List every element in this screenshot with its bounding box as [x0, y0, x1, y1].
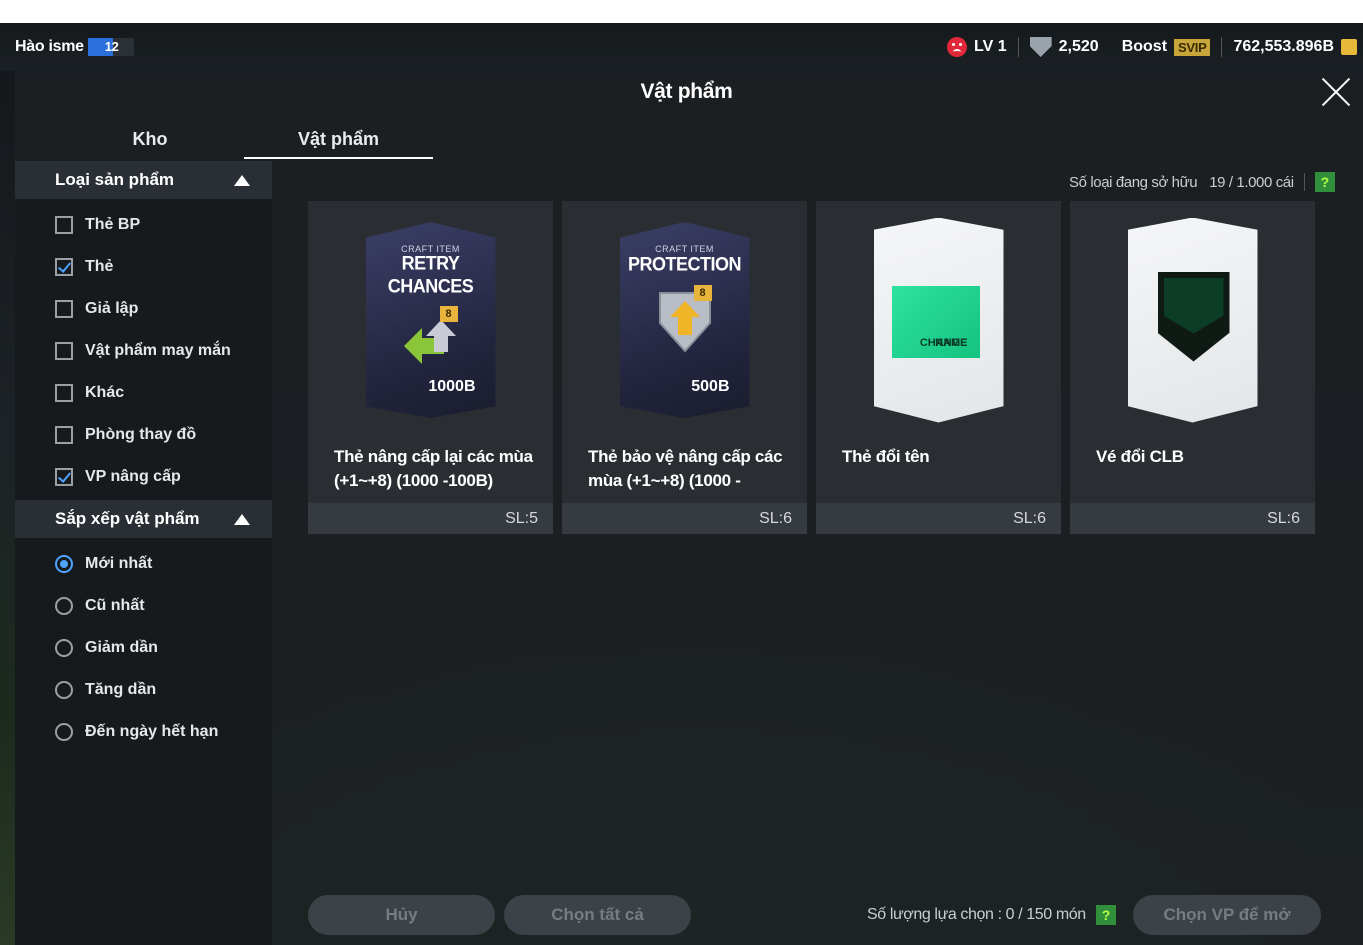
- filter-the[interactable]: Thẻ: [15, 246, 272, 288]
- sort-ascending[interactable]: Tăng dần: [15, 669, 272, 711]
- item-art: CRAFT ITEM RETRY CHANCES 8 1000B: [308, 201, 553, 439]
- club-crest-icon: [1157, 271, 1230, 362]
- filter-khac[interactable]: Khác: [15, 372, 272, 414]
- retry-chances-card-image: CRAFT ITEM RETRY CHANCES 8 1000B: [365, 222, 496, 418]
- item-card-change-name[interactable]: CHANGE NAME Thẻ đổi tên SL:6: [816, 201, 1061, 534]
- sad-face-icon: [947, 37, 968, 57]
- shield-arrow-icon: 8: [650, 285, 720, 355]
- coin-icon: [1341, 39, 1357, 55]
- item-card-change-club[interactable]: Vé đổi CLB SL:6: [1070, 201, 1315, 534]
- checkbox-checked-icon[interactable]: [55, 468, 73, 486]
- svip-badge: SVIP: [1174, 38, 1211, 56]
- points-value: 2,520: [1058, 38, 1099, 55]
- tab-vat-pham[interactable]: Vật phẩm: [244, 113, 433, 159]
- owned-value: 19 / 1.000 cái: [1209, 173, 1294, 191]
- boost-label: Boost: [1121, 38, 1168, 55]
- cancel-button[interactable]: Hủy: [308, 895, 495, 935]
- username: Hào isme: [15, 38, 84, 55]
- product-type-title: Loại sản phẩm: [55, 170, 175, 189]
- checkbox-icon[interactable]: [55, 342, 73, 360]
- item-name: Thẻ nâng cấp lại các mùa (+1~+8) (1000 -…: [334, 447, 533, 490]
- close-button[interactable]: [1321, 77, 1351, 107]
- item-card-protection[interactable]: CRAFT ITEM PROTECTION 8 500B Thẻ bảo vệ …: [562, 201, 807, 534]
- retry-arrows-icon: 8: [396, 306, 466, 376]
- change-club-card-image: [1127, 217, 1258, 423]
- sort-newest[interactable]: Mới nhất: [15, 543, 272, 585]
- filter-the-bp[interactable]: Thẻ BP: [15, 204, 272, 246]
- open-selected-button[interactable]: Chọn VP để mở: [1133, 895, 1321, 935]
- collapse-arrow-icon[interactable]: [234, 513, 250, 525]
- filter-phong-thay-do[interactable]: Phòng thay đồ: [15, 414, 272, 456]
- sort-descending[interactable]: Giảm dần: [15, 627, 272, 669]
- checkbox-icon[interactable]: [55, 300, 73, 318]
- top-status-bar: Hào isme 12 LV 1 2,520 Boost SVIP 762,55…: [0, 23, 1363, 71]
- sort-header[interactable]: Sắp xếp vật phẩm: [15, 500, 272, 538]
- item-name: Thẻ bảo vệ nâng cấp các mùa (+1~+8) (100…: [588, 447, 783, 490]
- change-name-card-image: CHANGE NAME: [873, 217, 1004, 423]
- filter-vp-nang-cap[interactable]: VP nâng cấp: [15, 456, 272, 498]
- item-art: CHANGE NAME: [816, 201, 1061, 439]
- filter-vat-pham-may-man[interactable]: Vật phẩm may mắn: [15, 330, 272, 372]
- item-card-retry-chances[interactable]: CRAFT ITEM RETRY CHANCES 8 1000B Thẻ nân…: [308, 201, 553, 534]
- panel-tabs: Kho Vật phẩm: [15, 113, 1363, 159]
- sort-expiry[interactable]: Đến ngày hết hạn: [15, 711, 272, 753]
- item-name: Thẻ đổi tên: [842, 447, 930, 466]
- checkbox-icon[interactable]: [55, 426, 73, 444]
- radio-selected-icon[interactable]: [55, 555, 73, 573]
- shield-icon: [1029, 37, 1052, 57]
- owned-label: Số loại đang sở hữu: [1069, 173, 1198, 191]
- user-level-badge: 12: [87, 38, 134, 56]
- radio-icon[interactable]: [55, 723, 73, 741]
- coin-balance: 762,553.896B: [1233, 38, 1334, 55]
- filter-gia-lap[interactable]: Giả lập: [15, 288, 272, 330]
- items-panel: Vật phẩm Kho Vật phẩm Loại sản phẩm Thẻ …: [15, 71, 1363, 945]
- item-quantity: SL:6: [562, 503, 807, 534]
- sort-title: Sắp xếp vật phẩm: [55, 509, 200, 528]
- checkbox-checked-icon[interactable]: [55, 258, 73, 276]
- item-quantity: SL:6: [816, 503, 1061, 534]
- currency-status: LV 1 2,520 Boost SVIP 762,553.896B: [947, 37, 1357, 57]
- help-icon[interactable]: ?: [1314, 172, 1335, 192]
- product-type-header[interactable]: Loại sản phẩm: [15, 161, 272, 199]
- protection-card-image: CRAFT ITEM PROTECTION 8 500B: [619, 222, 750, 418]
- item-quantity: SL:5: [308, 503, 553, 534]
- filter-sidebar: Loại sản phẩm Thẻ BP Thẻ Giả lập Vật phẩ…: [15, 161, 272, 945]
- owned-count: Số loại đang sở hữu 19 / 1.000 cái ?: [1069, 172, 1335, 192]
- selection-label: Số lượng lựa chọn : 0 / 150 món: [867, 906, 1086, 923]
- checkbox-icon[interactable]: [55, 384, 73, 402]
- item-art: CRAFT ITEM PROTECTION 8 500B: [562, 201, 807, 439]
- item-quantity: SL:6: [1070, 503, 1315, 534]
- radio-icon[interactable]: [55, 681, 73, 699]
- item-name: Vé đổi CLB: [1096, 447, 1184, 466]
- selection-count: Số lượng lựa chọn : 0 / 150 món ?: [867, 905, 1116, 925]
- collapse-arrow-icon[interactable]: [234, 174, 250, 186]
- user-info: Hào isme 12: [15, 38, 134, 56]
- top-white-strip: [0, 0, 1363, 23]
- radio-icon[interactable]: [55, 639, 73, 657]
- checkbox-icon[interactable]: [55, 216, 73, 234]
- item-art: [1070, 201, 1315, 439]
- sort-oldest[interactable]: Cũ nhất: [15, 585, 272, 627]
- help-icon[interactable]: ?: [1095, 905, 1116, 925]
- panel-title: Vật phẩm: [640, 80, 733, 103]
- lv-label: LV 1: [974, 38, 1007, 55]
- select-all-button[interactable]: Chọn tất cả: [504, 895, 691, 935]
- radio-icon[interactable]: [55, 597, 73, 615]
- change-name-icon: CHANGE NAME: [891, 285, 980, 358]
